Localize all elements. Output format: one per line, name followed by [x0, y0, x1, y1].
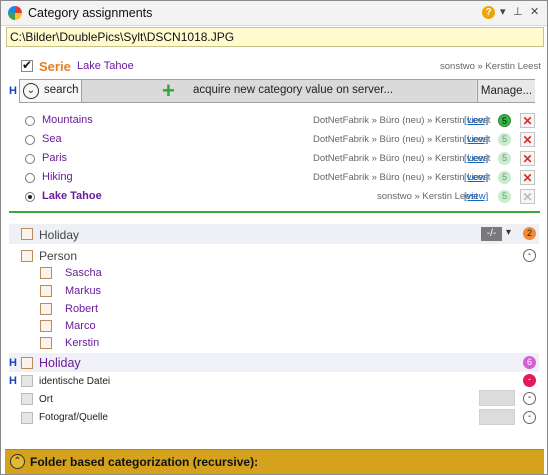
- serie-label: Serie: [39, 59, 71, 74]
- remove-icon[interactable]: ✕: [520, 132, 535, 147]
- value-count-badge: 5: [498, 114, 511, 127]
- identische-h-marker: H: [9, 375, 17, 387]
- ort-input[interactable]: [479, 390, 515, 406]
- holiday-group-checkbox[interactable]: [21, 228, 33, 240]
- person-child-checkbox[interactable]: [40, 303, 52, 315]
- holiday-h-count-badge: 6: [523, 356, 536, 369]
- value-radio[interactable]: [25, 173, 35, 183]
- value-radio[interactable]: [25, 154, 35, 164]
- holiday-h-marker: H: [9, 357, 17, 369]
- window-title: Category assignments: [28, 6, 153, 20]
- title-bar: Category assignments ? ▾ ⊥ ✕: [1, 1, 547, 26]
- chevron-down-icon: ⌄: [23, 83, 39, 99]
- holiday-h-row: [9, 353, 539, 372]
- fotograf-label: Fotograf/Quelle: [39, 412, 108, 423]
- value-meta: sonstwo » Kerstin Leest: [377, 191, 478, 202]
- value-count-badge: 5: [498, 133, 511, 146]
- search-label: search: [44, 84, 79, 96]
- value-radio[interactable]: [25, 192, 35, 202]
- holiday-h-checkbox[interactable]: [21, 357, 33, 369]
- serie-meta: sonstwo » Kerstin Leest: [440, 61, 541, 72]
- ort-checkbox[interactable]: [21, 393, 33, 405]
- acquire-label: acquire new category value on server...: [193, 84, 394, 96]
- person-checkbox[interactable]: [21, 250, 33, 262]
- holiday-group-row: [9, 224, 539, 244]
- app-logo-icon: [8, 6, 22, 20]
- file-path-bar: C:\Bilder\DoublePics\Sylt\DSCN1018.JPG: [6, 27, 544, 47]
- person-badge[interactable]: -: [523, 249, 536, 262]
- category-assignments-window: Category assignments ? ▾ ⊥ ✕ C:\Bilder\D…: [0, 0, 548, 475]
- remove-icon[interactable]: ✕: [520, 170, 535, 185]
- serie-checkbox[interactable]: [21, 58, 33, 72]
- value-name[interactable]: Paris: [42, 152, 67, 164]
- holiday-group-count-badge: 2: [523, 227, 536, 240]
- view-link[interactable]: [view]: [464, 153, 488, 164]
- value-name[interactable]: Lake Tahoe: [42, 190, 102, 202]
- value-name[interactable]: Hiking: [42, 171, 73, 183]
- section-divider: [9, 211, 540, 213]
- manage-button[interactable]: Manage...: [477, 80, 535, 102]
- person-child-checkbox[interactable]: [40, 285, 52, 297]
- view-link[interactable]: [view]: [464, 172, 488, 183]
- value-radio[interactable]: [25, 116, 35, 126]
- view-link[interactable]: [view]: [464, 191, 488, 202]
- plus-icon: +: [162, 78, 175, 103]
- h-marker: H: [9, 85, 17, 97]
- file-path-text: C:\Bilder\DoublePics\Sylt\DSCN1018.JPG: [10, 30, 235, 44]
- view-link[interactable]: [view]: [464, 134, 488, 145]
- person-child-label[interactable]: Markus: [65, 285, 101, 297]
- person-child-checkbox[interactable]: [40, 337, 52, 349]
- pin-icon[interactable]: ⊥: [513, 5, 523, 18]
- holiday-h-label: Holiday: [39, 356, 81, 370]
- fotograf-checkbox[interactable]: [21, 412, 33, 424]
- help-icon[interactable]: ?: [482, 6, 495, 19]
- value-count-badge: 5: [498, 152, 511, 165]
- toolbar: ⌄ search + acquire new category value on…: [19, 79, 535, 103]
- fotograf-input[interactable]: [479, 409, 515, 425]
- person-child-label[interactable]: Marco: [65, 320, 96, 332]
- person-child-label[interactable]: Kerstin: [65, 337, 99, 349]
- remove-icon[interactable]: ✕: [520, 113, 535, 128]
- fotograf-badge[interactable]: -: [523, 411, 536, 424]
- person-child-label[interactable]: Robert: [65, 303, 98, 315]
- ort-label: Ort: [39, 394, 53, 405]
- identische-badge[interactable]: -: [523, 374, 536, 387]
- identische-checkbox[interactable]: [21, 375, 33, 387]
- search-button[interactable]: ⌄ search: [20, 80, 82, 102]
- person-child-checkbox[interactable]: [40, 320, 52, 332]
- holiday-group-label: Holiday: [39, 228, 80, 242]
- view-link[interactable]: [view]: [464, 115, 488, 126]
- acquire-value-button[interactable]: + acquire new category value on server..…: [82, 80, 476, 102]
- chevron-up-icon[interactable]: ⌃: [10, 454, 25, 469]
- value-count-badge: 5: [498, 171, 511, 184]
- person-label: Person: [39, 249, 78, 263]
- ort-badge[interactable]: -: [523, 392, 536, 405]
- slash-toggle-button[interactable]: -/-: [481, 227, 502, 241]
- close-icon[interactable]: ✕: [530, 5, 539, 18]
- folder-categorization-label: Folder based categorization (recursive):: [30, 455, 259, 469]
- value-name[interactable]: Mountains: [42, 114, 93, 126]
- serie-value: Lake Tahoe: [77, 60, 134, 72]
- person-child-label[interactable]: Sascha: [65, 267, 102, 279]
- identische-label: identische Datei: [39, 376, 111, 387]
- value-name[interactable]: Sea: [42, 133, 62, 145]
- value-count-badge: 5: [498, 190, 511, 203]
- remove-icon[interactable]: ✕: [520, 151, 535, 166]
- folder-categorization-bar[interactable]: ⌃ Folder based categorization (recursive…: [5, 449, 544, 474]
- person-child-checkbox[interactable]: [40, 267, 52, 279]
- dropdown-menu-icon[interactable]: ▾: [500, 5, 506, 18]
- value-radio[interactable]: [25, 135, 35, 145]
- dropdown-arrow-icon[interactable]: ▾: [506, 227, 511, 238]
- remove-icon[interactable]: ✕: [520, 189, 535, 204]
